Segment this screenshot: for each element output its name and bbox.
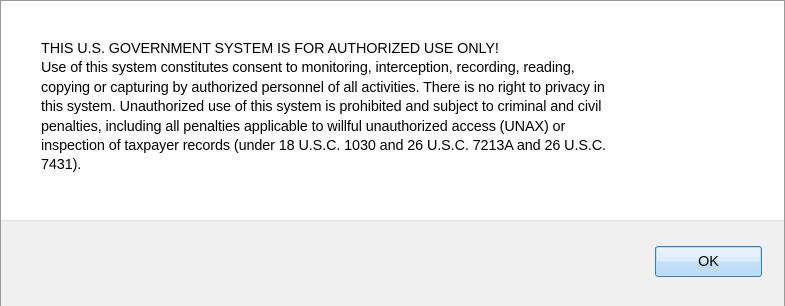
dialog-footer: OK [1, 220, 784, 306]
warning-dialog: THIS U.S. GOVERNMENT SYSTEM IS FOR AUTHO… [0, 0, 785, 306]
dialog-content: THIS U.S. GOVERNMENT SYSTEM IS FOR AUTHO… [1, 1, 784, 220]
ok-button[interactable]: OK [655, 246, 762, 277]
warning-message: THIS U.S. GOVERNMENT SYSTEM IS FOR AUTHO… [41, 41, 606, 174]
